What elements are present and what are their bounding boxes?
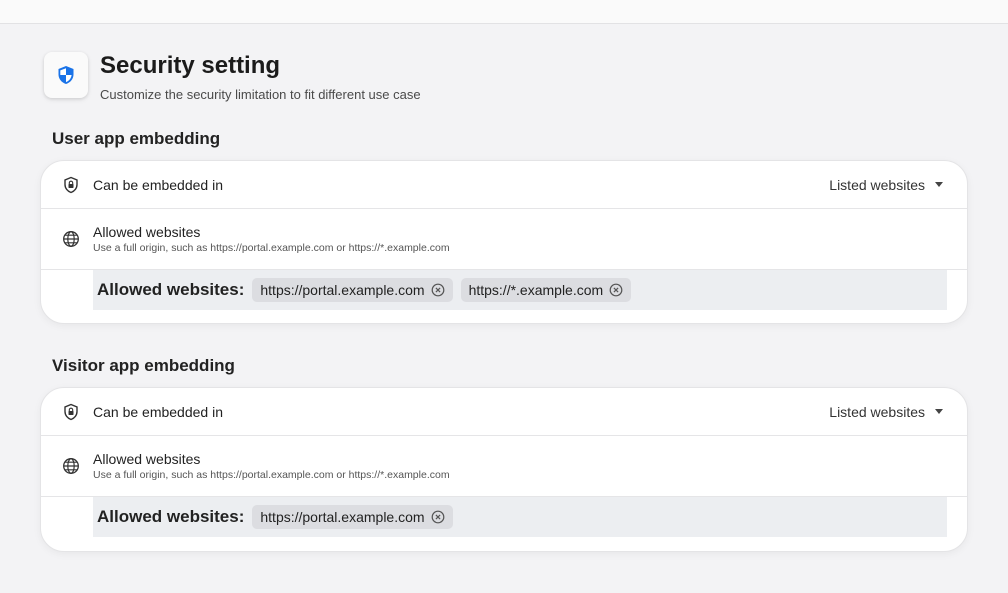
visitor-embedding-card: Can be embedded in Listed websites Allow…: [40, 387, 968, 552]
website-tag-text: https://*.example.com: [468, 282, 604, 298]
embed-dropdown[interactable]: Listed websites: [829, 404, 943, 420]
embed-label: Can be embedded in: [93, 403, 223, 420]
embed-row: Can be embedded in Listed websites: [41, 388, 967, 436]
embed-row: Can be embedded in Listed websites: [41, 161, 967, 209]
embed-dropdown[interactable]: Listed websites: [829, 177, 943, 193]
embed-dropdown-value: Listed websites: [829, 403, 925, 420]
section-title-user: User app embedding: [52, 129, 221, 148]
allowed-websites-label: Allowed websites: [93, 451, 201, 467]
allowed-websites-label: Allowed websites: [93, 224, 201, 240]
tag-input-label: Allowed websites:: [97, 507, 245, 526]
tag-input-label: Allowed websites:: [97, 280, 245, 299]
website-tag-text: https://portal.example.com: [260, 282, 425, 298]
top-bar: [0, 0, 1008, 24]
allowed-websites-hint: Use a full origin, such as https://porta…: [93, 469, 450, 481]
allowed-websites-row: Allowed websites Use a full origin, such…: [41, 209, 967, 270]
page-title: Security setting: [100, 52, 281, 79]
website-tag-text: https://portal.example.com: [260, 509, 425, 525]
caret-down-icon: [935, 409, 943, 414]
allowed-websites-row: Allowed websites Use a full origin, such…: [41, 436, 967, 497]
website-tag: https://*.example.com: [460, 278, 632, 302]
user-embedding-card: Can be embedded in Listed websites Allow…: [40, 160, 968, 324]
embed-label: Can be embedded in: [93, 176, 223, 193]
page-subtitle: Customize the security limitation to fit…: [100, 87, 421, 102]
remove-tag-icon[interactable]: [431, 283, 445, 297]
shield-lock-icon: [61, 402, 81, 422]
remove-tag-icon[interactable]: [431, 510, 445, 524]
section-title-visitor: Visitor app embedding: [52, 356, 235, 375]
allowed-websites-tag-input[interactable]: Allowed websites: https://portal.example…: [93, 497, 947, 537]
page-header: Security setting Customize the security …: [44, 52, 421, 102]
allowed-websites-hint: Use a full origin, such as https://porta…: [93, 242, 450, 254]
tags-row: Allowed websites: https://portal.example…: [41, 497, 967, 551]
shield-icon: [44, 52, 88, 98]
globe-icon: [61, 456, 81, 476]
allowed-websites-tag-input[interactable]: Allowed websites: https://portal.example…: [93, 270, 947, 310]
globe-icon: [61, 229, 81, 249]
tags-row: Allowed websites: https://portal.example…: [41, 270, 967, 323]
embed-dropdown-value: Listed websites: [829, 176, 925, 193]
shield-lock-icon: [61, 175, 81, 195]
website-tag: https://portal.example.com: [252, 505, 453, 529]
website-tag: https://portal.example.com: [252, 278, 453, 302]
caret-down-icon: [935, 182, 943, 187]
remove-tag-icon[interactable]: [609, 283, 623, 297]
